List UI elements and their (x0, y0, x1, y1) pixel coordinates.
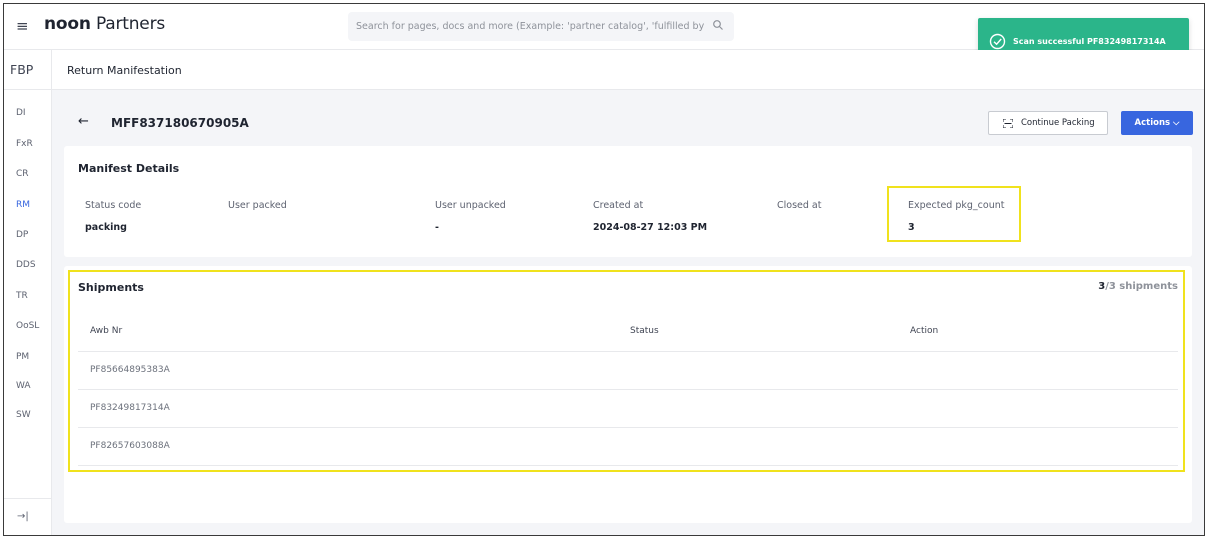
awb-cell: PF82657603088A (90, 441, 170, 451)
brand-logo[interactable]: noon Partners (44, 14, 165, 34)
column-header-awb: Awb Nr (90, 326, 123, 336)
field-label: Created at (593, 200, 644, 211)
sidebar-item-oosl[interactable]: OoSL (16, 321, 39, 331)
manifest-details-title: Manifest Details (78, 162, 180, 175)
field-label: Status code (85, 200, 142, 211)
manifest-details-card: Manifest Details Status code packing Use… (64, 146, 1192, 257)
shipments-title: Shipments (78, 281, 144, 294)
sidebar-section-title: FBP (4, 50, 52, 90)
sidebar: FBP DI FxR CR RM DP DDS TR OoSL PM WA SW… (4, 50, 52, 535)
field-created-at: Created at 2024-08-27 12:03 PM (593, 200, 707, 233)
sidebar-item-dds[interactable]: DDS (16, 260, 36, 270)
field-value: 2024-08-27 12:03 PM (593, 222, 708, 233)
shipments-card: Shipments 3/3 shipments Awb Nr Status Ac… (64, 266, 1192, 523)
menu-icon[interactable]: ≡ (16, 17, 29, 35)
field-user-unpacked: User unpacked - (435, 200, 506, 233)
field-value: packing (85, 222, 127, 233)
brand-bold: noon (44, 14, 91, 34)
expand-sidebar-icon[interactable]: →| (17, 511, 29, 522)
table-row: PF83249817314A (78, 390, 1178, 428)
scan-icon (1003, 119, 1013, 128)
field-label: User unpacked (435, 200, 506, 211)
sidebar-item-wa[interactable]: WA (16, 381, 31, 391)
continue-packing-button[interactable]: Continue Packing (988, 111, 1108, 135)
column-header-status: Status (630, 326, 659, 336)
check-circle-icon (989, 33, 1006, 50)
main-content: ← MFF837180670905A Continue Packing Acti… (52, 90, 1204, 535)
field-status-code: Status code packing (85, 200, 141, 233)
sidebar-item-dp[interactable]: DP (16, 230, 28, 240)
sidebar-item-tr[interactable]: TR (16, 291, 28, 301)
back-arrow-icon[interactable]: ← (78, 114, 89, 129)
shipments-count: 3/3 shipments (1098, 281, 1178, 292)
field-value: - (435, 222, 439, 233)
column-header-action: Action (910, 326, 939, 336)
sidebar-item-sw[interactable]: SW (16, 410, 31, 420)
field-label: Closed at (777, 200, 822, 211)
sidebar-footer: →| (4, 498, 52, 535)
page-title: Return Manifestation (67, 64, 182, 77)
awb-cell: PF85664895383A (90, 365, 170, 375)
awb-cell: PF83249817314A (90, 403, 170, 413)
shipments-count-total: /3 shipments (1105, 281, 1178, 292)
toast-message: Scan successful PF83249817314A (1013, 37, 1166, 46)
search-bar (348, 12, 734, 41)
search-icon[interactable] (712, 19, 724, 31)
sidebar-item-rm[interactable]: RM (16, 200, 30, 210)
page-header: Return Manifestation (52, 50, 1204, 90)
shipments-table: Awb Nr Status Action PF85664895383A PF83… (78, 310, 1178, 466)
actions-dropdown-button[interactable]: Actions ⌵ (1121, 111, 1193, 135)
brand-light: Partners (90, 14, 166, 34)
app-window: ≡ noon Partners Scan successful PF832498… (3, 3, 1205, 536)
table-row: PF85664895383A (78, 352, 1178, 390)
highlight-box (887, 186, 1021, 242)
field-user-packed: User packed (228, 200, 287, 222)
manifest-id: MFF837180670905A (111, 116, 249, 130)
sidebar-item-cr[interactable]: CR (16, 169, 29, 179)
field-closed-at: Closed at (777, 200, 821, 222)
sidebar-item-di[interactable]: DI (16, 108, 26, 118)
continue-packing-label: Continue Packing (1021, 118, 1095, 128)
sidebar-item-fxr[interactable]: FxR (16, 139, 33, 149)
field-label: User packed (228, 200, 287, 211)
table-header: Awb Nr Status Action (78, 310, 1178, 352)
sidebar-item-pm[interactable]: PM (16, 352, 29, 362)
search-input[interactable] (348, 12, 708, 41)
table-row: PF82657603088A (78, 428, 1178, 466)
